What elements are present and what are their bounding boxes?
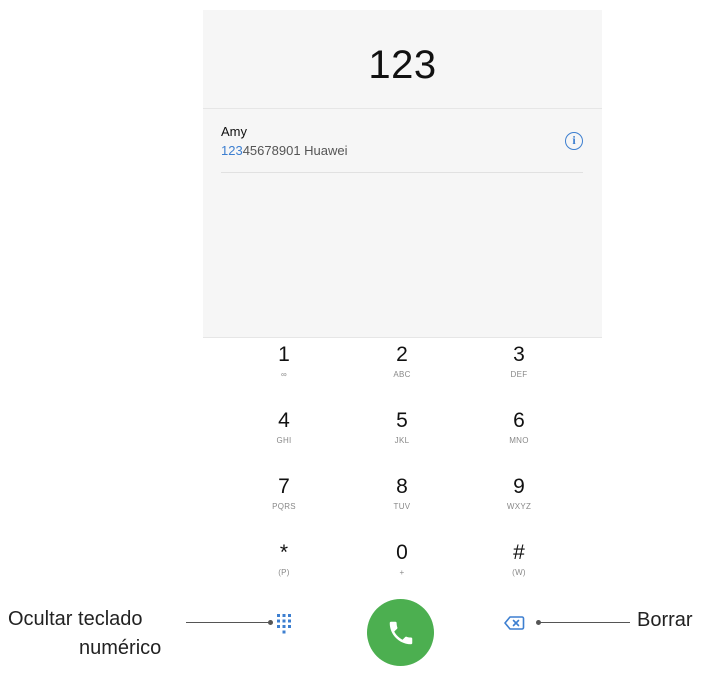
key-4[interactable]: 4 GHI <box>244 409 324 459</box>
key-letters: DEF <box>510 370 528 379</box>
key-letters: MNO <box>509 436 529 445</box>
number-display: 123 <box>203 10 602 109</box>
dialer-screen: 123 Amy 12345678901 Huawei i 1 ∞ 2 ABC 3 DE… <box>203 10 602 688</box>
key-letters: (W) <box>512 568 526 577</box>
key-digit: 1 <box>278 343 290 366</box>
key-digit: 4 <box>278 409 290 432</box>
key-5[interactable]: 5 JKL <box>362 409 442 459</box>
key-letters: TUV <box>393 502 411 511</box>
key-digit: 7 <box>278 475 290 498</box>
contact-suggestion[interactable]: Amy 12345678901 Huawei i <box>221 124 583 173</box>
key-letters: (P) <box>278 568 290 577</box>
key-digit: 6 <box>513 409 525 432</box>
contact-number-rest: 45678901 Huawei <box>242 143 348 158</box>
key-2[interactable]: 2 ABC <box>362 343 442 393</box>
key-digit: 8 <box>396 475 408 498</box>
key-0[interactable]: 0 + <box>362 541 442 591</box>
key-digit: 0 <box>396 541 408 564</box>
key-9[interactable]: 9 WXYZ <box>479 475 559 525</box>
key-letters: GHI <box>276 436 292 445</box>
key-letters: + <box>399 568 405 577</box>
key-digit: 2 <box>396 343 408 366</box>
contact-number-match: 123 <box>221 143 243 158</box>
key-digit: 9 <box>513 475 525 498</box>
annotation-line-right <box>538 622 630 624</box>
phone-icon <box>389 621 412 644</box>
backspace-icon[interactable] <box>503 613 525 633</box>
annotation-delete: Borrar <box>637 609 693 631</box>
annotation-line-left <box>186 622 270 624</box>
contact-results: Amy 12345678901 Huawei i <box>203 109 602 338</box>
key-7[interactable]: 7 PQRS <box>244 475 324 525</box>
key-letters: PQRS <box>272 502 296 511</box>
annotation-dot-right <box>536 620 541 625</box>
dialpad-grid-icon[interactable] <box>269 609 299 639</box>
key-hash[interactable]: # (W) <box>479 541 559 591</box>
contact-name: Amy <box>221 124 247 139</box>
key-digit: 3 <box>513 343 525 366</box>
voicemail-icon: ∞ <box>280 370 287 379</box>
key-letters: WXYZ <box>506 502 532 511</box>
contact-number: 12345678901 Huawei <box>221 143 348 158</box>
call-button[interactable] <box>367 599 434 666</box>
dialed-number: 123 <box>368 43 437 87</box>
info-icon[interactable]: i <box>565 132 583 150</box>
key-8[interactable]: 8 TUV <box>362 475 442 525</box>
key-letters: JKL <box>394 436 410 445</box>
key-1[interactable]: 1 ∞ <box>244 343 324 393</box>
key-digit: 5 <box>396 409 408 432</box>
annotation-hide-keypad: Ocultar teclado <box>8 608 143 630</box>
annotation-hide-keypad-line2: numérico <box>79 637 162 659</box>
key-letters: ABC <box>393 370 411 379</box>
key-digit: # <box>513 541 525 564</box>
key-star[interactable]: * (P) <box>244 541 324 591</box>
key-6[interactable]: 6 MNO <box>479 409 559 459</box>
annotation-dot-left <box>268 620 273 625</box>
key-digit: * <box>279 541 289 564</box>
key-3[interactable]: 3 DEF <box>479 343 559 393</box>
